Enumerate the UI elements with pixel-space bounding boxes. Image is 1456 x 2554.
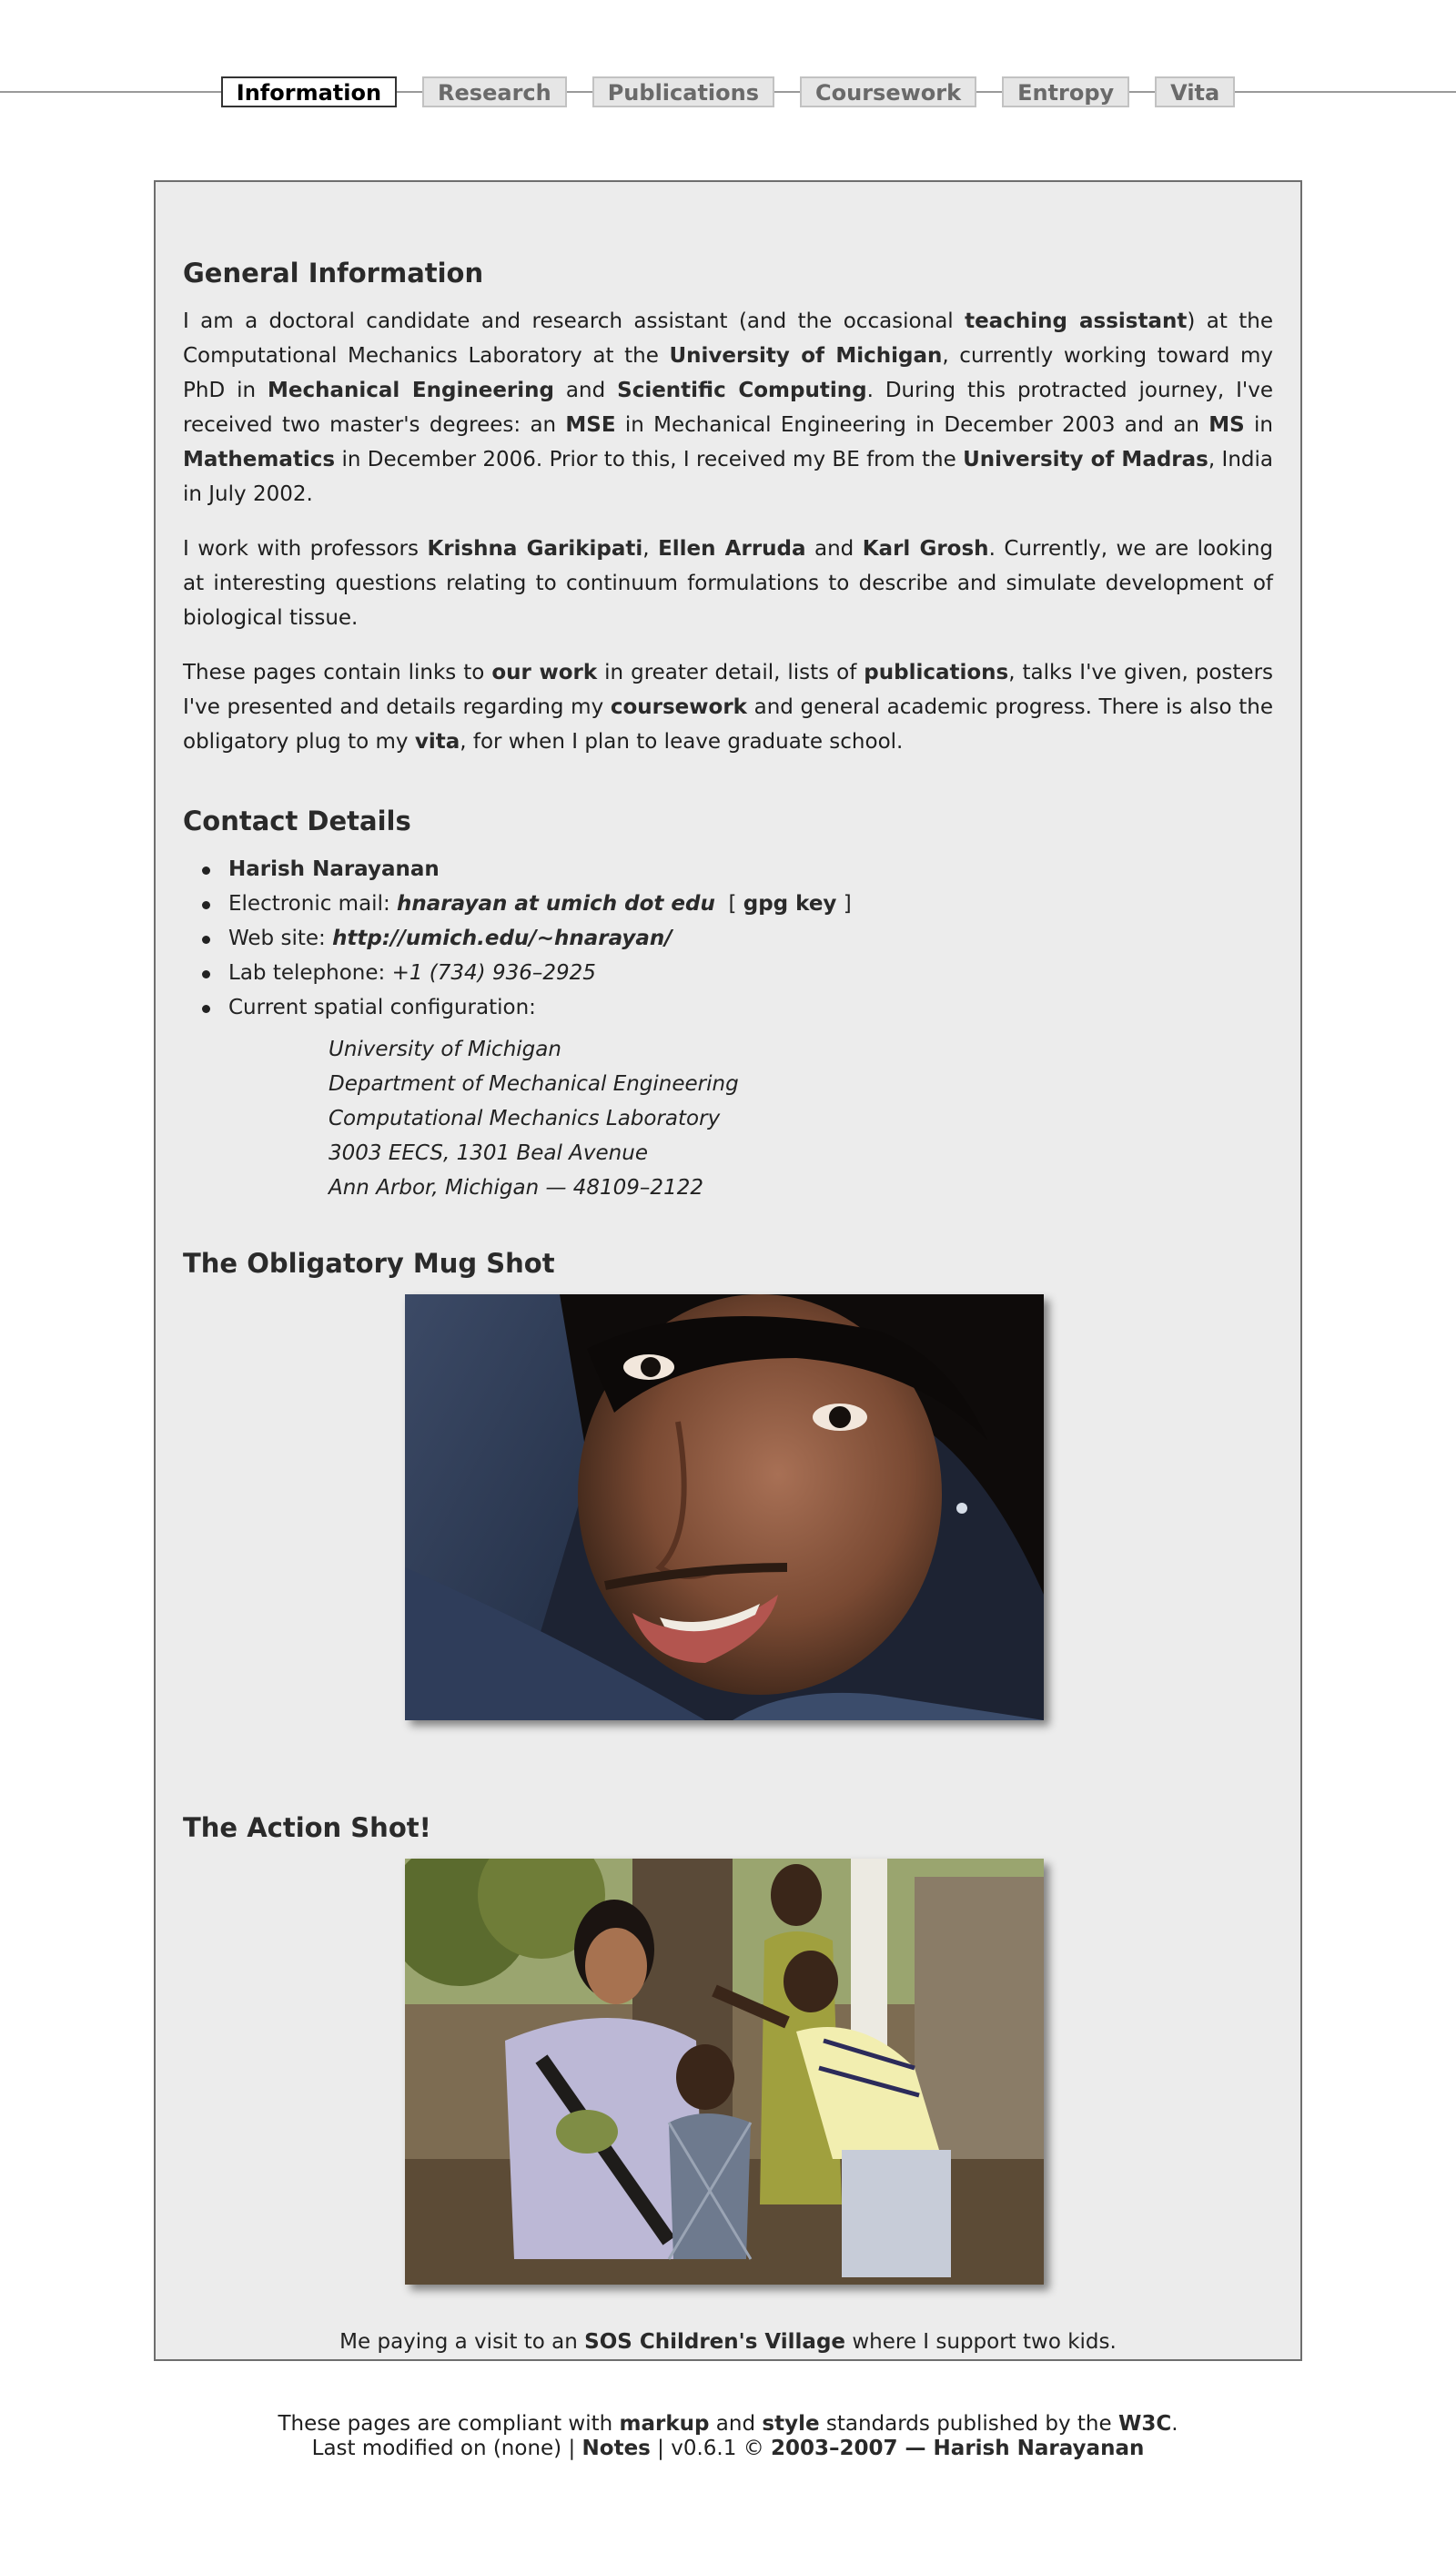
tab-information[interactable]: Information	[220, 76, 398, 107]
tab-vita[interactable]: Vita	[1155, 76, 1236, 107]
publications-link[interactable]: publications	[864, 661, 1008, 684]
garikipati-link[interactable]: Krishna Garikipati	[427, 537, 642, 561]
text: in	[1244, 413, 1274, 437]
text: in Mechanical Engineering in December 20…	[615, 413, 1209, 437]
text: These pages contain links to	[183, 661, 492, 684]
text: .	[1171, 2412, 1178, 2436]
text: and	[805, 537, 863, 561]
our-work-link[interactable]: our work	[491, 661, 597, 684]
footer: These pages are compliant with markup an…	[0, 2412, 1456, 2461]
teaching-assistant-link[interactable]: teaching assistant	[965, 309, 1187, 333]
action-caption: Me paying a visit to an SOS Children's V…	[183, 2325, 1273, 2359]
footer-line-2: Last modified on (none) | Notes | v0.6.1…	[0, 2437, 1456, 2461]
text: in greater detail, lists of	[597, 661, 864, 684]
advisors-paragraph: I work with professors Krishna Garikipat…	[183, 532, 1273, 635]
address-block: University of Michigan Department of Mec…	[183, 1032, 1273, 1205]
text: These pages are compliant with	[278, 2412, 620, 2436]
contact-phone-item: Lab telephone: +1 (734) 936–2925	[202, 956, 1273, 990]
style-link[interactable]: style	[762, 2412, 819, 2436]
w3c-link[interactable]: W3C	[1118, 2412, 1171, 2436]
text: and	[554, 379, 618, 402]
contact-list: Harish Narayanan Electronic mail: hnaray…	[183, 852, 1273, 1025]
content-panel: General Information I am a doctoral cand…	[154, 180, 1302, 2361]
text: ,	[642, 537, 659, 561]
web-label: Web site:	[228, 927, 333, 950]
sos-village-link[interactable]: SOS Children's Village	[584, 2330, 845, 2354]
mse-text: MSE	[565, 413, 616, 437]
address-line: 3003 EECS, 1301 Beal Avenue	[329, 1141, 648, 1165]
text: I work with professors	[183, 537, 428, 561]
phone-number: +1 (734) 936–2925	[391, 961, 596, 985]
location-label: Current spatial configuration:	[228, 996, 536, 1019]
contact-name-item: Harish Narayanan	[202, 852, 1273, 887]
gpg-bracket-close: ]	[843, 892, 852, 916]
text: | v0.6.1 ©	[650, 2437, 772, 2460]
email-label: Electronic mail:	[228, 892, 398, 916]
general-heading: General Information	[183, 258, 484, 289]
copyright-owner: 2003–2007 — Harish Narayanan	[771, 2437, 1145, 2460]
gpg-bracket-open: [	[728, 892, 737, 916]
text: Me paying a visit to an	[339, 2330, 585, 2354]
address-line: Ann Arbor, Michigan — 48109–2122	[329, 1176, 703, 1200]
madras-link[interactable]: University of Madras	[963, 448, 1208, 471]
mug-shot-photo	[405, 1294, 1044, 1720]
text: Last modified on (none) |	[311, 2437, 582, 2460]
contact-web-item: Web site: http://umich.edu/~hnarayan/	[202, 921, 1273, 956]
contact-name: Harish Narayanan	[228, 857, 440, 881]
text: and	[709, 2412, 763, 2436]
tab-research[interactable]: Research	[422, 76, 567, 107]
top-nav: Information Research Publications Course…	[0, 76, 1456, 107]
coursework-link[interactable]: coursework	[611, 695, 747, 719]
footer-line-1: These pages are compliant with markup an…	[0, 2412, 1456, 2437]
address-line: Computational Mechanics Laboratory	[329, 1107, 721, 1130]
text: I am a doctoral candidate and research a…	[183, 309, 966, 333]
notes-link[interactable]: Notes	[582, 2437, 651, 2460]
action-shot-photo	[405, 1859, 1044, 2285]
grosh-link[interactable]: Karl Grosh	[863, 537, 989, 561]
text: standards published by the	[819, 2412, 1118, 2436]
ms-text: MS	[1208, 413, 1245, 437]
markup-link[interactable]: markup	[620, 2412, 710, 2436]
website-link[interactable]: http://umich.edu/~hnarayan/	[332, 927, 672, 950]
action-shot-image	[405, 1859, 1044, 2285]
tab-coursework[interactable]: Coursework	[800, 76, 977, 107]
text: where I support two kids.	[845, 2330, 1117, 2354]
phone-label: Lab telephone:	[228, 961, 392, 985]
contact-heading: Contact Details	[183, 806, 411, 836]
contact-email-item: Electronic mail: hnarayan at umich dot e…	[202, 887, 1273, 921]
pages-paragraph: These pages contain links to our work in…	[183, 655, 1273, 759]
intro-paragraph: I am a doctoral candidate and research a…	[183, 304, 1273, 512]
umich-link[interactable]: University of Michigan	[669, 344, 942, 368]
gpg-key-link[interactable]: gpg key	[743, 892, 837, 916]
action-shot-heading: The Action Shot!	[183, 1812, 431, 1843]
text: , for when I plan to leave graduate scho…	[460, 730, 904, 754]
mug-shot-heading: The Obligatory Mug Shot	[183, 1248, 555, 1279]
tab-entropy[interactable]: Entropy	[1002, 76, 1130, 107]
tab-publications[interactable]: Publications	[592, 76, 775, 107]
mech-eng-link[interactable]: Mechanical Engineering	[268, 379, 554, 402]
email-link[interactable]: hnarayan at umich dot edu	[397, 892, 715, 916]
math-link[interactable]: Mathematics	[183, 448, 335, 471]
address-line: University of Michigan	[329, 1038, 561, 1061]
vita-link[interactable]: vita	[415, 730, 460, 754]
address-line: Department of Mechanical Engineering	[329, 1072, 739, 1096]
mug-shot-image	[405, 1294, 1044, 1720]
contact-location-item: Current spatial configuration:	[202, 990, 1273, 1025]
text: in December 2006. Prior to this, I recei…	[335, 448, 964, 471]
sci-comp-link[interactable]: Scientific Computing	[617, 379, 866, 402]
arruda-link[interactable]: Ellen Arruda	[658, 537, 805, 561]
